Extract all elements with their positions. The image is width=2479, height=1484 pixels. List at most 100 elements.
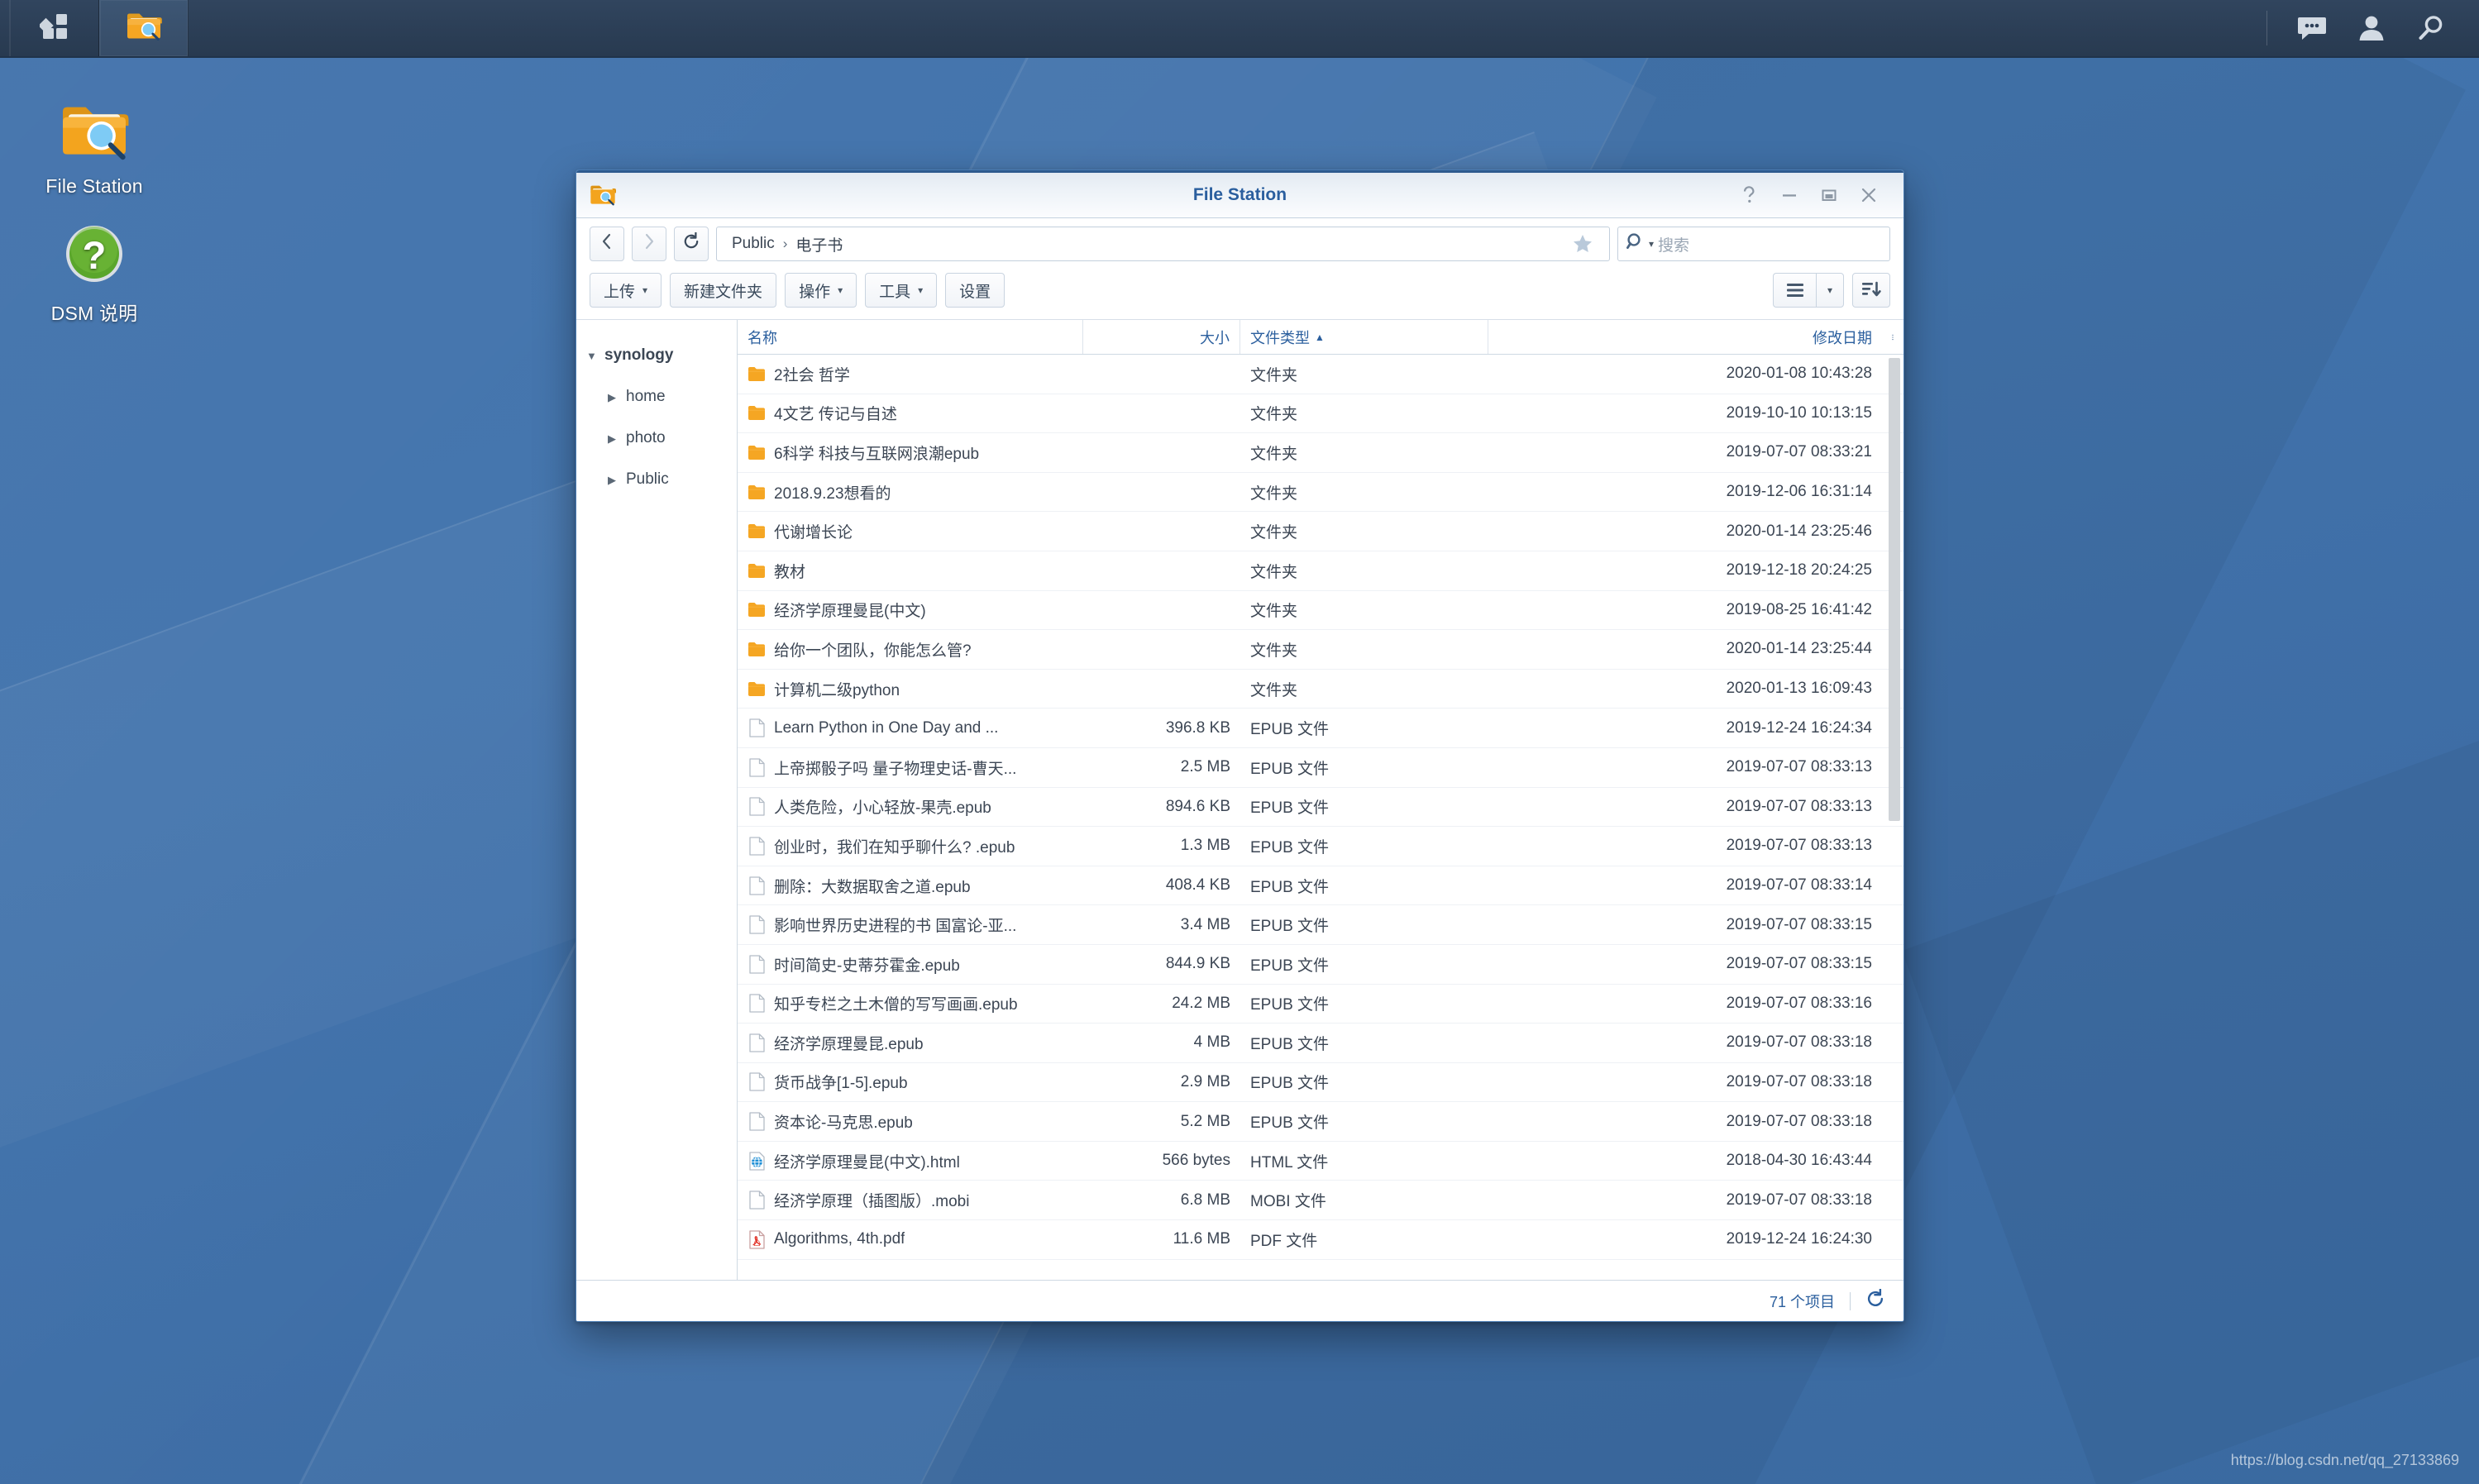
table-row[interactable]: 4文艺 传记与自述文件夹2019-10-10 10:13:15 — [738, 394, 1903, 434]
row-spacer — [1882, 1220, 1903, 1259]
table-row[interactable]: ⌂Algorithms, 4th.pdf11.6 MBPDF 文件2019-12… — [738, 1220, 1903, 1260]
table-row[interactable]: 2社会 哲学文件夹2020-01-08 10:43:28 — [738, 355, 1903, 394]
file-type: EPUB 文件 — [1240, 788, 1488, 827]
settings-button[interactable]: 设置 — [945, 273, 1005, 308]
list-view-icon[interactable] — [1773, 273, 1816, 308]
file-list-rows[interactable]: 2社会 哲学文件夹2020-01-08 10:43:284文艺 传记与自述文件夹… — [738, 355, 1903, 1280]
table-row[interactable]: 删除：大数据取舍之道.epub408.4 KBEPUB 文件2019-07-07… — [738, 866, 1903, 906]
table-row[interactable]: 经济学原理曼昆(中文).html566 bytesHTML 文件2018-04-… — [738, 1142, 1903, 1181]
new-folder-button[interactable]: 新建文件夹 — [670, 273, 776, 308]
file-modified-date: 2019-07-07 08:33:18 — [1488, 1063, 1882, 1102]
window-titlebar[interactable]: File Station — [576, 170, 1903, 218]
refresh-icon[interactable] — [1865, 1289, 1885, 1313]
file-name: 时间简史-史蒂芬霍金.epub — [774, 953, 960, 976]
table-row[interactable]: 经济学原理曼昆(中文)文件夹2019-08-25 16:41:42 — [738, 591, 1903, 631]
user-account-icon[interactable] — [2342, 0, 2401, 57]
file-icon — [748, 876, 766, 895]
forward-button[interactable] — [632, 227, 666, 261]
search-input[interactable]: ▾ 搜索 — [1617, 227, 1890, 261]
table-row[interactable]: 6科学 科技与互联网浪潮epub 文件夹2019-07-07 08:33:21 — [738, 433, 1903, 473]
chevron-down-icon[interactable]: ▼ — [586, 351, 596, 361]
table-row[interactable]: 创业时，我们在知乎聊什么? .epub1.3 MBEPUB 文件2019-07-… — [738, 827, 1903, 866]
table-row[interactable]: 资本论-马克思.epub5.2 MBEPUB 文件2019-07-07 08:3… — [738, 1102, 1903, 1142]
table-row[interactable]: 上帝掷骰子吗 量子物理史话-曹天...2.5 MBEPUB 文件2019-07-… — [738, 748, 1903, 788]
maximize-button[interactable] — [1809, 179, 1849, 212]
chevron-right-icon[interactable]: ▶ — [608, 475, 618, 485]
file-type: 文件夹 — [1240, 433, 1488, 472]
chevron-right-icon[interactable]: ▶ — [608, 433, 618, 444]
column-header-size[interactable]: 大小 — [1083, 320, 1240, 354]
upload-button[interactable]: 上传 ▾ — [590, 273, 662, 308]
table-row[interactable]: 给你一个团队，你能怎么管?文件夹2020-01-14 23:25:44 — [738, 630, 1903, 670]
table-row[interactable]: 货币战争[1-5].epub2.9 MBEPUB 文件2019-07-07 08… — [738, 1063, 1903, 1103]
sidebar-item-synology[interactable]: ▼ synology — [586, 335, 737, 376]
column-header-type[interactable]: 文件类型 ▲ — [1240, 320, 1488, 354]
table-row[interactable]: 人类危险，小心轻放-果壳.epub894.6 KBEPUB 文件2019-07-… — [738, 788, 1903, 828]
tools-button[interactable]: 工具 ▾ — [865, 273, 937, 308]
navigation-bar: Public › 电子书 ▾ 搜索 — [576, 218, 1903, 270]
sort-descending-icon[interactable] — [1852, 273, 1890, 308]
sidebar-item-photo[interactable]: ▶ photo — [586, 418, 737, 459]
folder-icon — [748, 403, 766, 423]
table-row[interactable]: Learn Python in One Day and ...396.8 KBE… — [738, 709, 1903, 748]
file-station-icon — [590, 183, 616, 208]
file-modified-date: 2019-07-07 08:33:15 — [1488, 905, 1882, 944]
refresh-button[interactable] — [674, 227, 709, 261]
action-button[interactable]: 操作 ▾ — [785, 273, 857, 308]
column-header-name[interactable]: 名称 — [738, 320, 1083, 354]
help-button[interactable] — [1730, 179, 1770, 212]
breadcrumb[interactable]: Public › 电子书 — [716, 227, 1610, 261]
table-row[interactable]: 时间简史-史蒂芬霍金.epub844.9 KBEPUB 文件2019-07-07… — [738, 945, 1903, 985]
taskbar-main-menu-button[interactable] — [10, 0, 99, 56]
row-spacer — [1882, 1063, 1903, 1102]
file-icon — [748, 1112, 766, 1132]
back-button[interactable] — [590, 227, 624, 261]
file-type: MOBI 文件 — [1240, 1181, 1488, 1219]
file-station-shortcut[interactable]: File Station — [20, 93, 169, 198]
search-icon[interactable] — [2401, 0, 2461, 57]
file-size — [1083, 670, 1240, 709]
folder-icon — [748, 482, 766, 502]
view-mode-dropdown[interactable]: ▾ — [1816, 273, 1844, 308]
file-modified-date: 2020-01-14 23:25:46 — [1488, 512, 1882, 551]
table-row[interactable]: 知乎专栏之土木僧的写写画画.epub24.2 MBEPUB 文件2019-07-… — [738, 985, 1903, 1024]
dsm-help-shortcut[interactable]: ? DSM 说明 — [20, 215, 169, 326]
breadcrumb-item-0[interactable]: Public — [732, 235, 775, 253]
status-divider — [1850, 1292, 1851, 1310]
file-name: 6科学 科技与互联网浪潮epub — [774, 441, 979, 464]
table-row[interactable]: 经济学原理（插图版）.mobi6.8 MBMOBI 文件2019-07-07 0… — [738, 1181, 1903, 1220]
chevron-down-icon[interactable]: ▾ — [1649, 239, 1654, 249]
file-icon — [748, 757, 766, 777]
table-row[interactable]: 计算机二级python文件夹2020-01-13 16:09:43 — [738, 670, 1903, 709]
taskbar-file-station-button[interactable] — [99, 0, 189, 56]
star-icon[interactable] — [1564, 227, 1601, 261]
file-size: 5.2 MB — [1083, 1102, 1240, 1141]
sidebar-item-home[interactable]: ▶ home — [586, 376, 737, 418]
table-row[interactable]: 经济学原理曼昆.epub4 MBEPUB 文件2019-07-07 08:33:… — [738, 1024, 1903, 1063]
table-row[interactable]: 影响世界历史进程的书 国富论-亚...3.4 MBEPUB 文件2019-07-… — [738, 905, 1903, 945]
notifications-icon[interactable] — [2282, 0, 2342, 57]
file-size: 408.4 KB — [1083, 866, 1240, 905]
table-row[interactable]: 2018.9.23想看的文件夹2019-12-06 16:31:14 — [738, 473, 1903, 513]
breadcrumb-item-1[interactable]: 电子书 — [795, 233, 843, 255]
toolbar-right-group: ▾ — [1773, 273, 1890, 308]
file-size — [1083, 394, 1240, 433]
window-body: ▼ synology ▶ home ▶ photo ▶ Public 名称 — [576, 319, 1903, 1280]
sidebar-item-public[interactable]: ▶ Public — [586, 459, 737, 500]
close-button[interactable] — [1849, 179, 1889, 212]
table-row[interactable]: 教材文件夹2019-12-18 20:24:25 — [738, 551, 1903, 591]
file-type: EPUB 文件 — [1240, 866, 1488, 905]
kebab-menu-icon[interactable] — [1882, 320, 1903, 354]
folder-icon — [748, 522, 766, 542]
file-type: EPUB 文件 — [1240, 905, 1488, 944]
chevron-right-icon: › — [783, 236, 788, 252]
file-type: 文件夹 — [1240, 630, 1488, 669]
watermark-text: https://blog.csdn.net/qq_27133869 — [2231, 1452, 2459, 1469]
table-row[interactable]: 代谢增长论文件夹2020-01-14 23:25:46 — [738, 512, 1903, 551]
vertical-scrollbar[interactable] — [1889, 358, 1900, 821]
minimize-button[interactable] — [1770, 179, 1809, 212]
chevron-right-icon[interactable]: ▶ — [608, 392, 618, 403]
file-modified-date: 2019-07-07 08:33:21 — [1488, 433, 1882, 472]
column-header-date[interactable]: 修改日期 — [1488, 320, 1882, 354]
file-name: 资本论-马克思.epub — [774, 1110, 913, 1133]
